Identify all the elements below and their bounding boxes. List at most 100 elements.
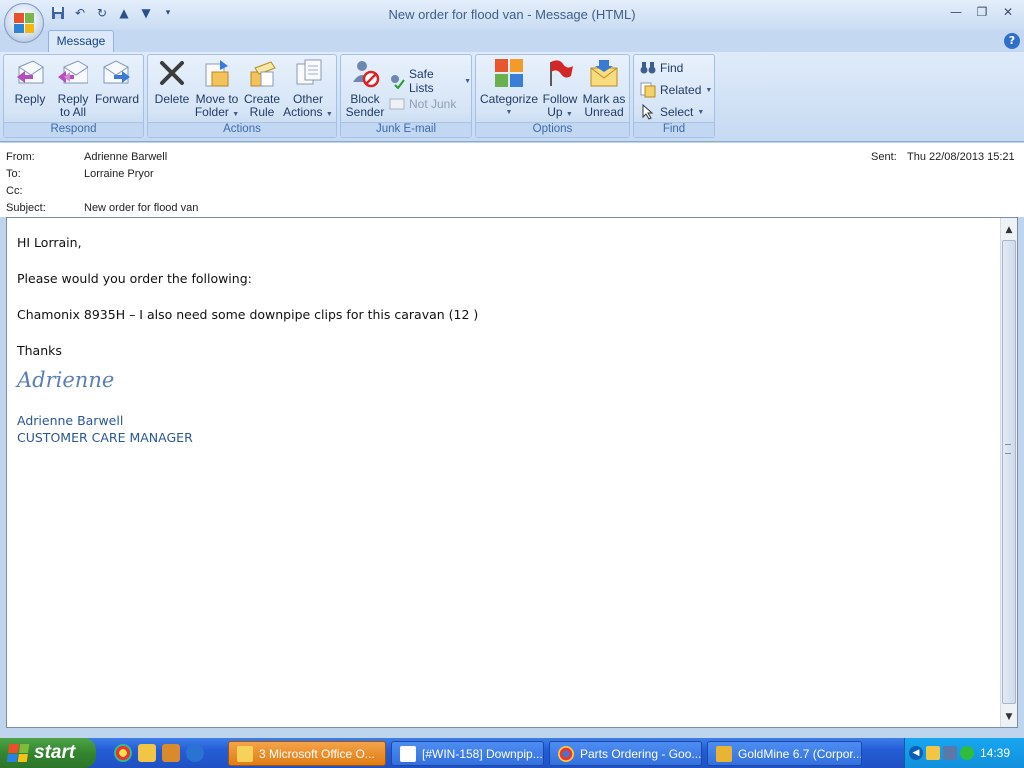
reply-icon <box>14 57 46 89</box>
other-actions-button[interactable]: Other Actions ▼ <box>282 57 334 121</box>
group-options: Categorize ▼ Follow Up ▼ Mark as Unread … <box>475 54 630 138</box>
safe-lists-label: Safe Lists <box>409 67 434 95</box>
to-value[interactable]: Lorraine Pryor <box>84 168 154 180</box>
task-jira[interactable]: [#WIN-158] Downpip... <box>391 741 544 766</box>
outlook-task-icon <box>237 745 253 762</box>
move-to-folder-label-2: Folder ▼ <box>194 105 240 119</box>
window-controls: — ❐ ✕ <box>944 2 1020 22</box>
ribbon-tab-row: Message ? <box>0 30 1024 52</box>
ribbon: Reply Reply to All Forward Respond Delet… <box>0 52 1024 142</box>
create-rule-label-2: Rule <box>249 105 275 119</box>
categorize-button[interactable]: Categorize ▼ <box>480 57 538 119</box>
reply-button[interactable]: Reply <box>10 57 50 106</box>
group-find: Find Related ▼ Select ▼ Find <box>633 54 715 138</box>
forward-button[interactable]: Forward <box>94 57 140 106</box>
group-label-junk-email: Junk E-mail <box>341 122 471 137</box>
message-body-pane[interactable]: HI Lorrain, Please would you order the f… <box>6 217 1018 728</box>
task-goldmine[interactable]: GoldMine 6.7 (Corpor... <box>707 741 862 766</box>
chrome-task-icon <box>558 745 574 762</box>
scroll-thumb[interactable] <box>1002 240 1016 704</box>
related-button[interactable]: Related ▼ <box>640 82 712 98</box>
tab-message[interactable]: Message <box>48 30 114 52</box>
body-thanks: Thanks <box>17 343 62 358</box>
message-body: HI Lorrain, Please would you order the f… <box>17 234 478 446</box>
close-icon[interactable]: ✕ <box>996 2 1020 22</box>
body-greeting: HI Lorrain, <box>17 235 82 250</box>
start-label: start <box>34 742 76 763</box>
task-label: 3 Microsoft Office O... <box>259 746 375 761</box>
safe-lists-icon <box>389 73 405 89</box>
signature-title: CUSTOMER CARE MANAGER <box>17 430 193 445</box>
help-icon[interactable]: ? <box>1004 33 1020 49</box>
mark-as-unread-icon <box>588 57 620 89</box>
find-button[interactable]: Find <box>640 60 683 76</box>
follow-up-button[interactable]: Follow Up ▼ <box>540 57 580 121</box>
outlook-tray-icon[interactable] <box>926 746 940 760</box>
reply-all-icon <box>57 57 89 89</box>
group-label-options: Options <box>476 122 629 137</box>
task-outlook[interactable]: 3 Microsoft Office O... <box>228 741 386 766</box>
scroll-grip-icon <box>1005 444 1011 454</box>
delete-button[interactable]: Delete <box>152 57 192 106</box>
forward-label: Forward <box>94 92 139 106</box>
sent-value: Thu 22/08/2013 15:21 <box>907 151 1015 163</box>
app-icon[interactable] <box>162 744 180 762</box>
network-tray-icon[interactable] <box>943 746 957 760</box>
categorize-label: Categorize <box>479 92 539 106</box>
follow-up-flag-icon <box>544 57 576 89</box>
to-label: To: <box>6 168 21 180</box>
jira-task-icon <box>400 745 416 762</box>
not-junk-icon <box>389 96 405 112</box>
quick-launch <box>114 744 204 762</box>
task-label: GoldMine 6.7 (Corpor... <box>738 746 862 761</box>
cc-label: Cc: <box>6 185 23 197</box>
subject-label: Subject: <box>6 202 46 214</box>
delete-label: Delete <box>154 92 190 106</box>
outlook-icon[interactable] <box>138 744 156 762</box>
status-tray-icon[interactable] <box>960 746 974 760</box>
office-button[interactable] <box>4 3 44 43</box>
mark-as-unread-label-2: Unread <box>584 105 624 119</box>
show-hidden-icon[interactable]: ◀ <box>909 746 923 760</box>
reply-all-button[interactable]: Reply to All <box>52 57 94 119</box>
body-line-1: Please would you order the following: <box>17 271 252 286</box>
taskbar: start 3 Microsoft Office O... [#WIN-158]… <box>0 738 1024 768</box>
not-junk-button[interactable]: Not Junk <box>389 96 456 112</box>
select-button[interactable]: Select ▼ <box>640 104 704 120</box>
task-chrome[interactable]: Parts Ordering - Goo... <box>549 741 702 766</box>
cursor-arrow-icon <box>640 104 656 120</box>
safe-lists-button[interactable]: Safe Lists ▼ <box>389 67 471 95</box>
minimize-icon[interactable]: — <box>944 2 968 22</box>
group-label-find: Find <box>634 122 714 137</box>
start-button[interactable]: start <box>0 738 96 768</box>
block-sender-button[interactable]: Block Sender <box>343 57 387 119</box>
signature-script: Adrienne <box>17 368 115 392</box>
from-value[interactable]: Adrienne Barwell <box>84 151 167 163</box>
binoculars-icon <box>640 60 656 76</box>
window-title: New order for flood van - Message (HTML) <box>388 7 636 22</box>
body-line-2: Chamonix 8935H – I also need some downpi… <box>17 307 479 322</box>
task-label: [#WIN-158] Downpip... <box>422 746 543 761</box>
windows-flag-icon <box>6 744 30 762</box>
title-bar: ↶ ↻ ▲ ▼ ▾ New order for flood van - Mess… <box>0 0 1024 30</box>
vertical-scrollbar[interactable]: ▲ ▼ <box>1000 218 1017 727</box>
clock: 14:39 <box>979 746 1010 760</box>
find-label: Find <box>660 61 684 75</box>
follow-up-label-2: Up ▼ <box>547 105 573 119</box>
move-to-folder-button[interactable]: Move to Folder ▼ <box>194 57 240 121</box>
create-rule-button[interactable]: Create Rule <box>242 57 282 119</box>
block-sender-label-2: Sender <box>345 105 385 119</box>
signature-name: Adrienne Barwell <box>17 413 124 428</box>
restore-icon[interactable]: ❐ <box>970 2 994 22</box>
select-label: Select <box>660 105 694 119</box>
reply-all-label-2: to All <box>59 105 86 119</box>
scroll-down-icon[interactable]: ▼ <box>1001 709 1017 725</box>
reply-label: Reply <box>14 92 46 106</box>
task-label: Parts Ordering - Goo... <box>580 746 702 761</box>
chrome-icon[interactable] <box>114 744 132 762</box>
mark-as-unread-button[interactable]: Mark as Unread <box>580 57 628 119</box>
block-sender-icon <box>349 57 381 89</box>
ie-icon[interactable] <box>186 744 204 762</box>
scroll-up-icon[interactable]: ▲ <box>1001 222 1017 238</box>
subject-value: New order for flood van <box>84 202 199 214</box>
